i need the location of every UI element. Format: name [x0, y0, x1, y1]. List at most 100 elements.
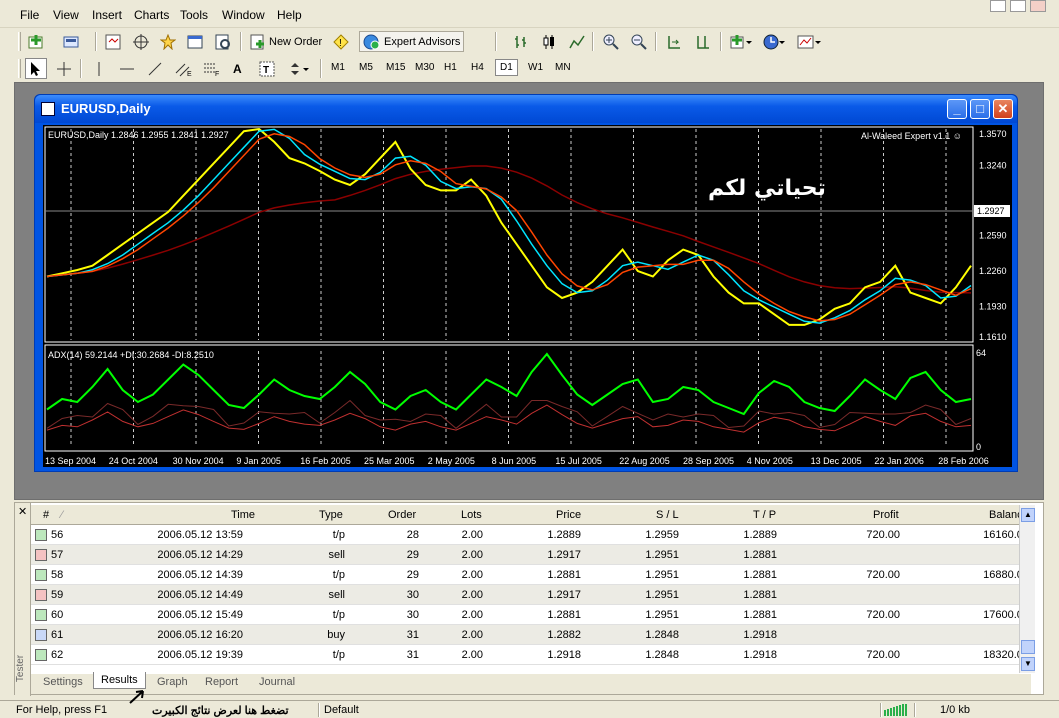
cell-num: 60 — [51, 609, 64, 621]
tester-tabs: Settings Results Graph Report Journal — [31, 672, 1031, 694]
bar-chart-button[interactable] — [510, 31, 532, 52]
menu-tools[interactable]: Tools — [180, 8, 208, 22]
menu-view[interactable]: View — [53, 8, 79, 22]
timeframe-mn[interactable]: MN — [552, 61, 574, 74]
horizontal-line-tool[interactable] — [116, 58, 138, 79]
close-icon[interactable] — [1030, 0, 1046, 12]
tab-journal[interactable]: Journal — [259, 676, 295, 688]
toolbar-separator — [655, 32, 657, 51]
timeframe-w1[interactable]: W1 — [525, 61, 546, 74]
cell-profit: 720.00 — [866, 609, 900, 621]
tab-report[interactable]: Report — [205, 676, 238, 688]
close-tester-icon[interactable]: ✕ — [18, 505, 27, 518]
market-watch-button[interactable] — [102, 31, 124, 52]
col-lots[interactable]: Lots — [461, 509, 482, 521]
strategy-tester-button[interactable] — [212, 31, 234, 52]
results-scrollbar[interactable]: ▲ ▼ — [1019, 505, 1035, 673]
col-profit[interactable]: Profit — [873, 509, 899, 521]
toolbar-separator — [720, 32, 722, 51]
toolbar-separator — [80, 59, 82, 78]
menu-window[interactable]: Window — [222, 8, 265, 22]
terminal-button[interactable] — [184, 31, 206, 52]
cell-time: 2006.05.12 14:29 — [157, 549, 243, 561]
cell-lots: 2.00 — [461, 589, 483, 601]
arrows-tool[interactable] — [285, 58, 313, 79]
scroll-thumb[interactable] — [1021, 640, 1035, 654]
status-separator — [880, 703, 882, 717]
minimize-icon[interactable] — [990, 0, 1006, 12]
col-time[interactable]: Time — [231, 509, 255, 521]
cursor-tool[interactable] — [25, 58, 47, 79]
price-axis: 1.3570 1.3240 1.2590 1.2260 1.1930 1.1610 — [979, 129, 1007, 342]
alert-button[interactable]: ! — [330, 31, 352, 52]
text-label-tool[interactable]: T — [256, 58, 278, 79]
zoom-in-button[interactable] — [600, 31, 622, 52]
table-row[interactable]: 61 2006.05.12 16:20 buy 31 2.00 1.2882 1.2848 1… — [31, 625, 1031, 645]
chart-close-icon[interactable]: ✕ — [993, 99, 1013, 119]
timeframe-d1[interactable]: D1 — [495, 59, 518, 76]
chart-shift-button[interactable] — [692, 31, 714, 52]
col-sl[interactable]: S / L — [656, 509, 679, 521]
scroll-up-icon[interactable]: ▲ — [1021, 508, 1035, 522]
table-row[interactable]: 58 2006.05.12 14:39 t/p 29 2.00 1.2881 1.2951 1… — [31, 565, 1031, 585]
navigator-button[interactable] — [157, 31, 179, 52]
profiles-button[interactable] — [60, 31, 84, 52]
table-row[interactable]: 59 2006.05.12 14:49 sell 30 2.00 1.2917 1.2951… — [31, 585, 1031, 605]
date-tick: 8 Jun 2005 — [492, 456, 537, 466]
timeframe-h4[interactable]: H4 — [468, 61, 487, 74]
table-row[interactable]: 56 2006.05.12 13:59 t/p 28 2.00 1.2889 1.2959 1… — [31, 525, 1031, 545]
chart-titlebar[interactable]: EURUSD,Daily _ □ ✕ — [35, 95, 1017, 123]
fibonacci-tool[interactable]: F — [200, 58, 224, 79]
cell-num: 59 — [51, 589, 64, 601]
chart-window[interactable]: EURUSD,Daily _ □ ✕ EURUSD,Daily 1.2846 1… — [34, 94, 1018, 472]
periods-button[interactable] — [760, 31, 788, 52]
tab-graph[interactable]: Graph — [157, 676, 188, 688]
timeframe-h1[interactable]: H1 — [441, 61, 460, 74]
col-order[interactable]: Order — [388, 509, 416, 521]
table-row[interactable]: 60 2006.05.12 15:49 t/p 30 2.00 1.2881 1.2951 1… — [31, 605, 1031, 625]
line-chart-button[interactable] — [566, 31, 588, 52]
menu-file[interactable]: File — [20, 8, 39, 22]
menu-charts[interactable]: Charts — [134, 8, 169, 22]
chart-maximize-icon[interactable]: □ — [970, 99, 990, 119]
table-row[interactable]: 62 2006.05.12 19:39 t/p 31 2.00 1.2918 1.2848 1… — [31, 645, 1031, 665]
date-tick: 25 Mar 2005 — [364, 456, 415, 466]
timeframe-m15[interactable]: M15 — [383, 61, 408, 74]
data-window-button[interactable] — [130, 31, 152, 52]
toolbar-grip — [18, 59, 21, 78]
col-type[interactable]: Type — [319, 509, 343, 521]
text-tool[interactable]: A — [230, 58, 245, 79]
table-row[interactable]: 57 2006.05.12 14:29 sell 29 2.00 1.2917 1.2951… — [31, 545, 1031, 565]
expert-advisors-button[interactable]: Expert Advisors — [359, 31, 465, 52]
zoom-out-button[interactable] — [628, 31, 650, 52]
restore-icon[interactable] — [1010, 0, 1026, 12]
cell-order: 31 — [406, 629, 419, 641]
cell-lots: 2.00 — [461, 609, 483, 621]
scroll-down-icon[interactable]: ▼ — [1021, 657, 1035, 671]
timeframe-m5[interactable]: M5 — [356, 61, 376, 74]
indicators-button[interactable] — [727, 31, 755, 52]
col-price[interactable]: Price — [556, 509, 581, 521]
toolbar-separator — [495, 32, 497, 51]
price-chart[interactable]: EURUSD,Daily 1.2846 1.2955 1.2841 1.2927… — [43, 125, 1012, 467]
timeframe-m1[interactable]: M1 — [328, 61, 348, 74]
cell-type: buy — [327, 629, 345, 641]
channel-tool[interactable]: E — [172, 58, 196, 79]
chart-area[interactable]: EURUSD,Daily 1.2846 1.2955 1.2841 1.2927… — [43, 125, 1012, 467]
crosshair-tool[interactable] — [53, 58, 75, 79]
col-num[interactable]: # — [43, 509, 49, 521]
templates-button[interactable] — [794, 31, 824, 52]
menu-insert[interactable]: Insert — [92, 8, 122, 22]
tab-settings[interactable]: Settings — [43, 676, 83, 688]
candlestick-button[interactable] — [538, 31, 560, 52]
new-order-button[interactable]: New Order — [247, 31, 325, 52]
new-chart-button[interactable] — [25, 31, 49, 52]
status-separator — [914, 703, 916, 717]
vertical-line-tool[interactable] — [88, 58, 110, 79]
menu-help[interactable]: Help — [277, 8, 302, 22]
timeframe-m30[interactable]: M30 — [412, 61, 437, 74]
autoscroll-button[interactable] — [663, 31, 685, 52]
col-tp[interactable]: T / P — [753, 509, 776, 521]
trendline-tool[interactable] — [144, 58, 166, 79]
chart-minimize-icon[interactable]: _ — [947, 99, 967, 119]
